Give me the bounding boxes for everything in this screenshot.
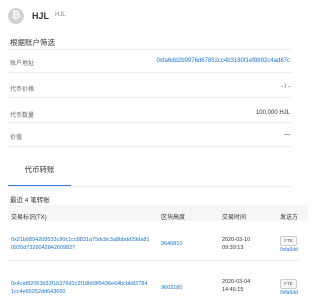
token-detail-page: ₿ HJL HJL 根据账户筛选 账户地址 0xfa6dd2b9976d6785… (0, 0, 308, 300)
divider (8, 122, 292, 123)
tab-underline-track (8, 186, 292, 187)
tx-hash-link[interactable]: 0x21b6894208533c90c1cc8831a75dc8c3a8bbdd… (11, 236, 151, 252)
filter-title: 根据账户筛选 (10, 38, 55, 47)
column-time: 交易时间 (222, 215, 247, 221)
bitcoin-icon: ₿ (8, 8, 24, 24)
value-value: — (284, 132, 290, 138)
divider (8, 146, 292, 147)
quantity-value: 100,000 HJL (255, 110, 290, 116)
tx-hash-link[interactable]: 0x4caf82053d33f1b376d1c2f18b08f9436e64bc… (11, 280, 151, 296)
column-block: 区块高度 (161, 215, 186, 221)
block-height-link[interactable]: 9640810 (161, 240, 182, 248)
from-address-link[interactable]: 0xfa6dd (280, 289, 298, 297)
token-symbol: HJL (55, 12, 66, 18)
divider (8, 97, 292, 98)
tx-time: 14:46:15 (222, 287, 244, 293)
table-header (8, 205, 308, 221)
out-badge: FTE (280, 279, 297, 289)
block-height-link[interactable]: 9603180 (161, 284, 182, 292)
column-from: 发送方 (280, 215, 299, 221)
column-hash: 交易标识(TX) (11, 215, 47, 221)
out-badge: FTE (280, 236, 297, 246)
price-label: 代币价格 (10, 87, 35, 93)
row-divider (8, 260, 300, 261)
address-link[interactable]: 0xfa6dd2b9976d67852cc4b3180f1ef8892c4ad8… (157, 58, 290, 64)
token-header: ₿ HJL HJL (0, 0, 300, 30)
tab-token-transfers[interactable]: 代币转账 (8, 157, 71, 187)
divider (8, 72, 292, 73)
address-label: 账户地址 (10, 61, 35, 67)
tx-date: 2020-03-04 (222, 279, 251, 285)
divider (8, 49, 292, 50)
price-value: - / - (281, 84, 290, 90)
value-label: 价值 (10, 135, 23, 141)
transfers-summary: 最近 4 笔转账 (10, 197, 50, 204)
token-name: HJL (32, 11, 50, 21)
from-address-link[interactable]: 0xfa6dd (280, 246, 298, 254)
tx-time: 09:39:13 (222, 245, 244, 251)
quantity-label: 代币数量 (10, 113, 35, 119)
tx-date: 2020-03-10 (222, 237, 251, 243)
